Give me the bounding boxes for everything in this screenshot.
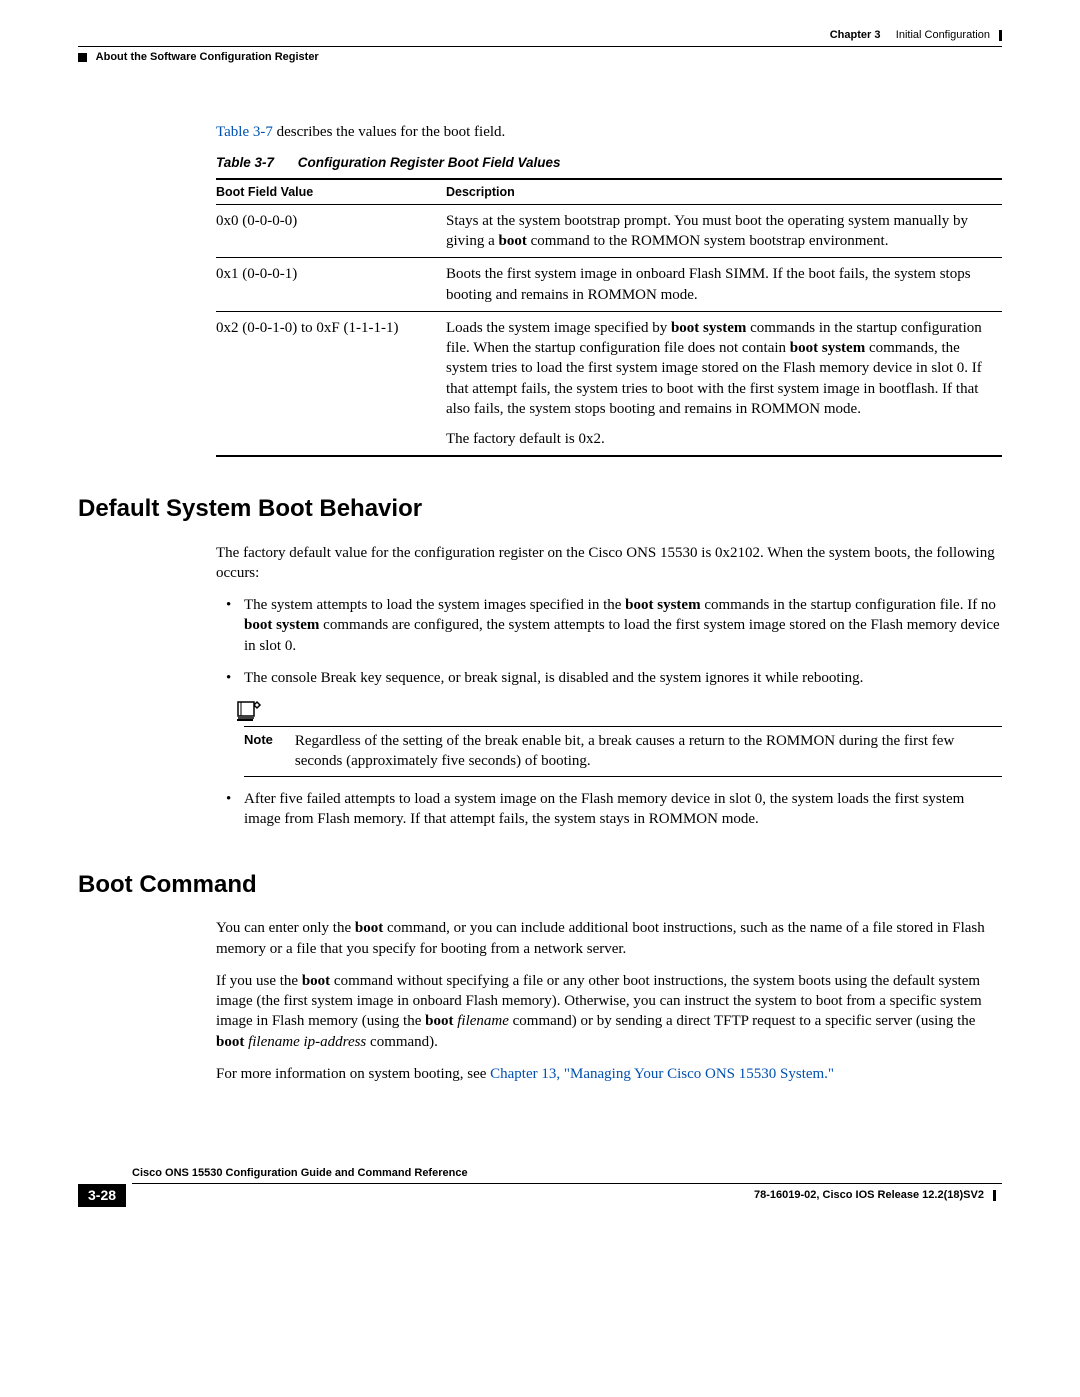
list-item: The console Break key sequence, or break…: [244, 668, 1002, 777]
default-boot-intro: The factory default value for the config…: [216, 543, 1002, 584]
list-item: After five failed attempts to load a sys…: [244, 789, 1002, 830]
cell-description: Stays at the system bootstrap prompt. Yo…: [446, 204, 1002, 258]
header-chapter: Chapter 3 Initial Configuration: [78, 28, 1002, 42]
header-square-icon: [78, 53, 87, 62]
default-boot-list: The system attempts to load the system i…: [216, 595, 1002, 829]
note-block: Note Regardless of the setting of the br…: [244, 698, 1002, 777]
table-caption-label: Table 3-7: [216, 155, 274, 170]
cell-value: 0x2 (0-0-1-0) to 0xF (1-1-1-1): [216, 311, 446, 456]
page-footer: Cisco ONS 15530 Configuration Guide and …: [78, 1166, 1002, 1206]
col-header-value: Boot Field Value: [216, 179, 446, 205]
intro-text: describes the values for the boot field.: [273, 124, 505, 140]
header-section: About the Software Configuration Registe…: [78, 46, 1002, 64]
col-header-description: Description: [446, 179, 1002, 205]
note-text: Regardless of the setting of the break e…: [295, 731, 1002, 772]
footer-doc-title: Cisco ONS 15530 Configuration Guide and …: [132, 1166, 1002, 1184]
boot-field-table: Boot Field Value Description 0x0 (0-0-0-…: [216, 178, 1002, 458]
boot-command-p1: You can enter only the boot command, or …: [216, 918, 1002, 959]
cell-description: Loads the system image specified by boot…: [446, 311, 1002, 456]
table-caption-title: Configuration Register Boot Field Values: [298, 155, 561, 170]
footer-right: 78-16019-02, Cisco IOS Release 12.2(18)S…: [126, 1188, 1002, 1202]
heading-boot-command: Boot Command: [78, 869, 1002, 900]
table-row: 0x0 (0-0-0-0) Stays at the system bootst…: [216, 204, 1002, 258]
intro-paragraph: Table 3-7 describes the values for the b…: [216, 123, 1002, 143]
chapter-number: Chapter 3: [830, 29, 881, 41]
chapter-ref-link[interactable]: Chapter 13, "Managing Your Cisco ONS 155…: [490, 1066, 834, 1082]
header-bar-icon: [999, 30, 1002, 41]
footer-bar-icon: [993, 1190, 996, 1201]
note-label: Note: [244, 731, 273, 749]
heading-default-boot: Default System Boot Behavior: [78, 493, 1002, 524]
table-header-row: Boot Field Value Description: [216, 179, 1002, 205]
boot-command-p2: If you use the boot command without spec…: [216, 971, 1002, 1052]
cell-value: 0x0 (0-0-0-0): [216, 204, 446, 258]
page-number-badge: 3-28: [78, 1184, 126, 1206]
page-header: Chapter 3 Initial Configuration About th…: [78, 28, 1002, 65]
table-caption: Table 3-7 Configuration Register Boot Fi…: [216, 154, 1002, 172]
pencil-icon: [234, 698, 264, 724]
cell-value: 0x1 (0-0-0-1): [216, 258, 446, 312]
table-row: 0x1 (0-0-0-1) Boots the first system ima…: [216, 258, 1002, 312]
boot-command-p3: For more information on system booting, …: [216, 1064, 1002, 1084]
table-ref-link[interactable]: Table 3-7: [216, 124, 273, 140]
cell-description: Boots the first system image in onboard …: [446, 258, 1002, 312]
table-row: 0x2 (0-0-1-0) to 0xF (1-1-1-1) Loads the…: [216, 311, 1002, 456]
list-item: The system attempts to load the system i…: [244, 595, 1002, 656]
section-title: About the Software Configuration Registe…: [96, 51, 319, 63]
chapter-title: Initial Configuration: [896, 29, 990, 41]
